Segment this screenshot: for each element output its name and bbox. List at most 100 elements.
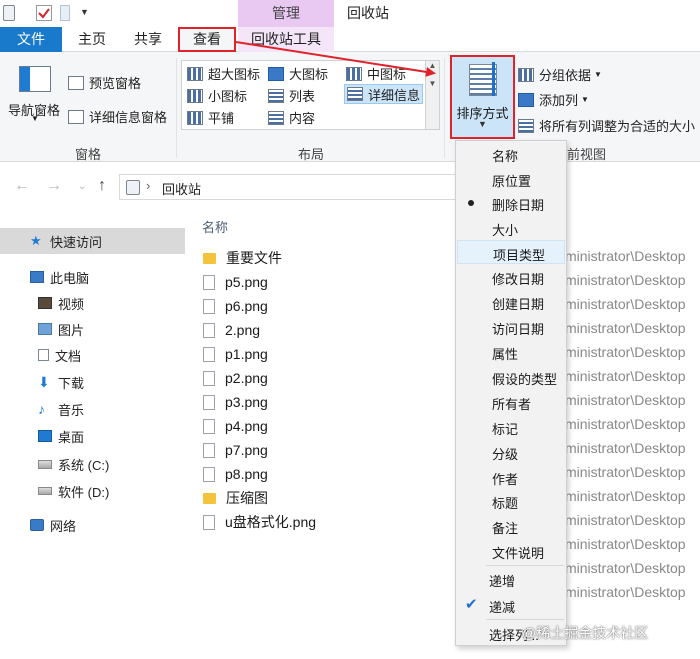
tab-home[interactable]: 主页 [70,27,114,52]
list-item[interactable]: p1.png [203,342,268,366]
menu-item-item-type[interactable]: 项目类型 [457,240,565,264]
menu-item-ascending[interactable]: 递增 [457,567,565,591]
layout-content[interactable]: 内容 [268,108,315,127]
tab-share[interactable]: 共享 [126,27,170,52]
file-name: p4.png [225,418,268,434]
properties-icon[interactable] [36,5,52,21]
list-item[interactable]: p6.png [203,294,268,318]
address-field[interactable]: › 回收站 [119,174,464,200]
file-name: 压缩图 [226,490,268,506]
sidebar-item-drive-d[interactable]: 软件 (D:) [0,478,185,504]
drive-d-icon [38,487,52,495]
tab-view[interactable]: 查看 [178,27,236,52]
recycle-bin-app-icon[interactable] [3,5,15,21]
layout-list[interactable]: 列表 [268,86,315,105]
menu-item-attributes[interactable]: 属性 [457,340,565,364]
menu-item-file-description[interactable]: 文件说明 [457,539,565,563]
menu-item-label: 项目类型 [493,248,546,263]
layout-large-icons[interactable]: 大图标 [268,64,328,83]
breadcrumb-recycle-bin[interactable]: 回收站 [162,179,201,198]
ribbon-tab-bar: 文件 主页 共享 查看 回收站工具 [0,27,700,52]
list-item[interactable]: p2.png [203,366,268,390]
tab-recycle-bin-tools[interactable]: 回收站工具 [238,27,334,52]
recent-locations-icon[interactable]: ⌄ [78,181,86,192]
sidebar-item-downloads[interactable]: ⬇ 下载 [0,369,185,395]
original-location-cell: ministrator\Desktop [565,464,686,480]
new-folder-icon[interactable] [60,5,70,21]
menu-item-authors[interactable]: 作者 [457,465,565,489]
customize-quick-access-icon[interactable]: ▼ [80,7,96,23]
add-column-icon [518,92,534,107]
add-column-button[interactable]: 添加列 ▼ [518,90,589,109]
menu-item-name[interactable]: 名称 [457,142,565,166]
sidebar-item-network[interactable]: 网络 [0,512,185,538]
list-item[interactable]: p3.png [203,390,268,414]
menu-item-label: 标题 [492,496,519,511]
layout-small-icons[interactable]: 小图标 [187,86,247,105]
menu-item-date-deleted[interactable]: 删除日期 [457,191,565,215]
layout-medium-icons[interactable]: 中图标 [346,64,406,83]
original-location-cell: ministrator\Desktop [565,488,686,504]
menu-item-label: 文件说明 [492,546,545,561]
forward-arrow-icon[interactable]: → [46,177,62,195]
sort-by-button[interactable]: 排序方式 ▼ [450,55,515,139]
menu-item-size[interactable]: 大小 [457,216,565,240]
menu-item-rating[interactable]: 分级 [457,440,565,464]
watermark-text: @稀土掘金技术社区 [522,625,649,641]
menu-item-perceived-type[interactable]: 假设的类型 [457,365,565,389]
video-icon [38,297,52,309]
original-location-cell: ministrator\Desktop [565,536,686,552]
sidebar-item-quick-access[interactable]: ★ 快速访问 [0,228,185,254]
menu-item-tags[interactable]: 标记 [457,415,565,439]
details-pane-button[interactable]: 详细信息窗格 [68,107,167,126]
sidebar-item-label: 文档 [55,348,82,364]
fit-columns-button[interactable]: 将所有列调整为合适的大小 [518,116,695,135]
list-item[interactable]: u盘格式化.png [203,510,316,534]
menu-item-comments[interactable]: 备注 [457,514,565,538]
group-by-button[interactable]: 分组依据 ▼ [518,65,602,84]
menu-item-label: 创建日期 [492,297,545,312]
navigation-pane-caret-icon[interactable]: ▼ [31,114,39,123]
list-item[interactable]: p5.png [203,270,268,294]
sidebar-item-label: 图片 [58,322,85,338]
menu-item-owner[interactable]: 所有者 [457,390,565,414]
list-item[interactable]: p7.png [203,438,268,462]
window-title: 回收站 [347,5,389,21]
original-location-cell: ministrator\Desktop [565,368,686,384]
list-item[interactable]: 压缩图 [203,486,268,510]
sidebar-item-label: 快速访问 [50,234,103,250]
sidebar-item-documents[interactable]: 文档 [0,342,185,368]
menu-item-original-location[interactable]: 原位置 [457,167,565,191]
image-file-icon [203,418,215,434]
menu-item-date-modified[interactable]: 修改日期 [457,265,565,289]
layout-tiles[interactable]: 平铺 [187,108,234,127]
list-item[interactable]: 重要文件 [203,246,282,270]
tab-file[interactable]: 文件 [0,27,62,52]
back-arrow-icon[interactable]: ← [14,177,30,195]
original-location-cell: ministrator\Desktop [565,560,686,576]
list-item[interactable]: p4.png [203,414,268,438]
fit-columns-label: 将所有列调整为合适的大小 [539,119,696,134]
layout-extra-large-icons[interactable]: 超大图标 [187,64,260,83]
sidebar-item-music[interactable]: ♪ 音乐 [0,396,185,422]
list-item[interactable]: 2.png [203,318,260,342]
sidebar-item-videos[interactable]: 视频 [0,290,185,316]
layout-details[interactable]: 详细信息 [344,84,424,104]
sidebar-item-pictures[interactable]: 图片 [0,316,185,342]
menu-item-title[interactable]: 标题 [457,489,565,513]
drive-c-icon [38,459,52,469]
sidebar-item-label: 音乐 [58,402,85,418]
sidebar-item-drive-c[interactable]: 系统 (C:) [0,451,185,477]
list-item[interactable]: p8.png [203,462,268,486]
preview-pane-button[interactable]: 预览窗格 [68,73,141,92]
sidebar-item-this-pc[interactable]: 此电脑 [0,264,185,290]
up-arrow-icon[interactable]: ↑ [98,177,106,195]
sidebar-item-desktop[interactable]: 桌面 [0,423,185,449]
layout-gallery: 超大图标 大图标 中图标 小图标 列表 详细信息 平铺 内容 [181,60,426,130]
menu-item-descending[interactable]: ✔ 递减 [457,593,565,617]
layout-gallery-scrollbar[interactable]: ▲ ▼ [426,60,440,130]
breadcrumb-chevron-icon[interactable]: › [146,178,150,193]
menu-item-date-accessed[interactable]: 访问日期 [457,315,565,339]
column-header-name[interactable]: 名称 [202,217,228,236]
menu-item-date-created[interactable]: 创建日期 [457,290,565,314]
